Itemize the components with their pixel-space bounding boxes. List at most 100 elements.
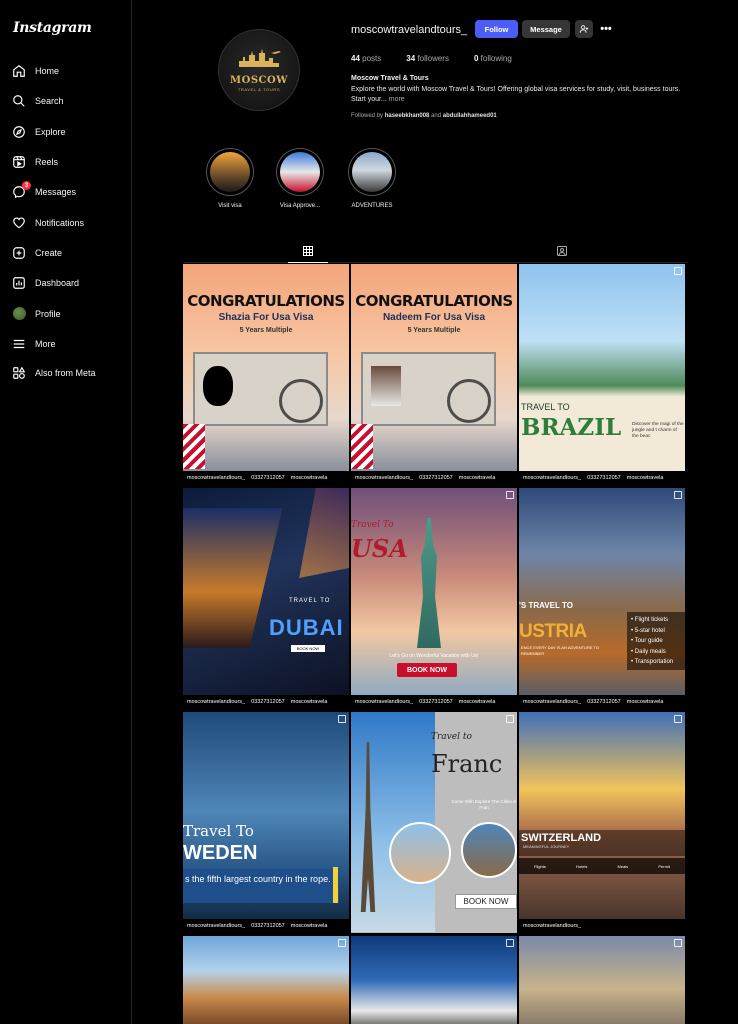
- nav-item-create[interactable]: Create: [0, 238, 132, 268]
- nav-item-home[interactable]: Home: [0, 56, 132, 86]
- highlight-visa-approved[interactable]: Visa Approve...: [270, 148, 330, 209]
- post-tile[interactable]: TRAVEL TO BRAZIL Discover the magi of th…: [519, 264, 685, 485]
- us-flag-icon: [183, 424, 205, 469]
- menu-icon: [12, 337, 26, 351]
- nav-item-more[interactable]: More: [0, 329, 132, 359]
- add-user-icon: [579, 25, 589, 33]
- post-footer: moscowtravelandtours_ 03327312057 moscowtr…: [519, 471, 685, 485]
- bio-name: Moscow Travel & Tours: [351, 75, 429, 82]
- nav-item-reels[interactable]: Reels: [0, 147, 132, 177]
- post-title: Travel to: [431, 732, 472, 742]
- posts-label: posts: [362, 54, 382, 63]
- post-tile[interactable]: TRAVEL TO DUBAI BOOK NOW moscowtraveland…: [183, 488, 349, 709]
- post-tile[interactable]: [351, 936, 517, 1024]
- footer-handle: moscowtravelandtours_: [523, 699, 582, 705]
- footer-handle: moscowtravelandtours_: [355, 699, 414, 705]
- nav-item-search[interactable]: Search: [0, 86, 132, 116]
- followers-stat[interactable]: 34 followers: [406, 54, 449, 63]
- compass-icon: [12, 125, 26, 139]
- carousel-icon: [506, 939, 514, 947]
- highlight-label: Visit visa: [218, 203, 242, 209]
- footer-handle: moscowtravelandtours_: [355, 475, 414, 481]
- highlight-cover: [352, 152, 392, 192]
- bio-text: Explore the world with Moscow Travel & T…: [351, 85, 691, 105]
- post-tile[interactable]: [519, 936, 685, 1024]
- followed-and: and: [431, 113, 442, 119]
- footer-fb: moscowtravela: [458, 699, 496, 705]
- post-footer: moscowtravelandtours_ 03327312057 moscowtr…: [519, 695, 685, 709]
- following-stat[interactable]: 0 following: [474, 54, 512, 63]
- feature-item: • Flight tickets: [631, 617, 669, 623]
- profile-avatar[interactable]: MOSCOW TRAVEL & TOURS: [218, 29, 300, 111]
- footer-phone: 03327312057: [419, 699, 453, 705]
- approved-stamp-icon: [447, 379, 491, 423]
- nav-label: Create: [35, 247, 63, 258]
- post-tile[interactable]: [183, 936, 349, 1024]
- highlight-label: ADVENTURES: [351, 203, 393, 209]
- feature-item: • Transportation: [631, 659, 674, 665]
- nav-item-explore[interactable]: Explore: [0, 117, 132, 147]
- message-button[interactable]: Message: [522, 20, 570, 38]
- options-button[interactable]: •••: [597, 20, 615, 38]
- nav-list: Home Search Explore Reels 3 Messages Not…: [0, 56, 132, 359]
- feature-item: • 5-star hotel: [631, 627, 665, 634]
- sidebar: Instagram Home Search Explore Reels 3 Me…: [0, 0, 132, 1024]
- footer-phone: 03327312057: [251, 475, 285, 481]
- nav-label: Also from Meta: [35, 368, 96, 379]
- nav-label: Search: [35, 96, 64, 107]
- post-tile[interactable]: CONGRATULATIONS Nadeem For Usa Visa 5 Ye…: [351, 264, 517, 485]
- feature-item: • Daily meals: [631, 648, 666, 655]
- post-cta: BOOK NOW: [397, 663, 457, 677]
- feature-item: • Tour guide: [631, 638, 663, 644]
- nav-item-messages[interactable]: 3 Messages: [0, 177, 132, 207]
- post-description: s the fifth largest country in the rope.: [183, 869, 339, 903]
- carousel-icon: [338, 715, 346, 723]
- highlight-adventures[interactable]: ADVENTURES: [342, 148, 402, 209]
- tab-posts[interactable]: [302, 244, 314, 256]
- service-item: Permit: [658, 863, 670, 869]
- followed-user-2[interactable]: abdullahhameed01: [443, 113, 497, 119]
- highlight-ring: [348, 148, 396, 196]
- following-count: 0: [473, 54, 479, 63]
- followed-user-1[interactable]: haseebkhan008: [385, 113, 430, 119]
- post-tile[interactable]: 'S TRAVEL TO USTRIA ENCE EVERY DAY IS AN…: [519, 488, 685, 709]
- posts-count: 44: [351, 54, 360, 63]
- features-list: • Flight tickets • 5-star hotel • Tour g…: [627, 612, 685, 670]
- avatar-brand-sub: TRAVEL & TOURS: [237, 86, 281, 92]
- footer-handle: moscowtravelandtours_: [187, 699, 246, 705]
- nav-label: Dashboard: [35, 278, 80, 289]
- footer-fb: moscowtravela: [290, 699, 328, 705]
- tab-tagged[interactable]: [556, 244, 568, 256]
- skyline-logo-icon: [239, 48, 281, 67]
- followed-prefix: Followed by: [351, 113, 384, 119]
- post-tile[interactable]: CONGRATULATIONS Shazia For Usa Visa 5 Ye…: [183, 264, 349, 485]
- post-footer: moscowtravelandtours_ 03327312057 moscowtr…: [183, 695, 349, 709]
- post-title: CONGRATULATIONS: [355, 292, 513, 310]
- tagged-icon: [557, 246, 567, 256]
- meta-apps-icon: [12, 366, 26, 380]
- accent-bar: [333, 867, 338, 903]
- services-bar: Flights Hotels Meals Permit: [519, 858, 685, 874]
- post-title: TRAVEL TO: [521, 402, 570, 412]
- nav-item-dashboard[interactable]: Dashboard: [0, 268, 132, 298]
- carousel-icon: [338, 939, 346, 947]
- nav-item-also-from-meta[interactable]: Also from Meta: [0, 358, 132, 388]
- post-cta: BOOK NOW: [455, 894, 517, 909]
- nav-item-notifications[interactable]: Notifications: [0, 207, 132, 237]
- post-tile[interactable]: Travel to Franc Come With Explore The Ci…: [351, 712, 517, 933]
- post-tile[interactable]: Travel To WEDEN s the fifth largest coun…: [183, 712, 349, 933]
- post-tile[interactable]: SWITZERLAND MEANINGFUL JOURNEY Flights H…: [519, 712, 685, 933]
- instagram-logo[interactable]: Instagram: [13, 20, 92, 36]
- photo-circle: [461, 822, 517, 878]
- nav-item-profile[interactable]: Profile: [0, 298, 132, 328]
- post-tile[interactable]: Travel To USA Let's Go on Wonderful Vaca…: [351, 488, 517, 709]
- footer-fb: moscowtravela: [290, 923, 328, 929]
- bio-more-link[interactable]: more: [389, 96, 405, 103]
- post-footer: moscowtravelandtours_ 03327312057 moscowtr…: [183, 471, 349, 485]
- suggest-user-button[interactable]: [575, 20, 593, 38]
- follow-button[interactable]: Follow: [475, 20, 518, 38]
- nav-label: Notifications: [35, 217, 85, 228]
- highlight-label: Visa Approve...: [279, 203, 321, 209]
- post-cta: BOOK NOW: [291, 645, 325, 652]
- highlight-visit-visa[interactable]: Visit visa: [200, 148, 260, 209]
